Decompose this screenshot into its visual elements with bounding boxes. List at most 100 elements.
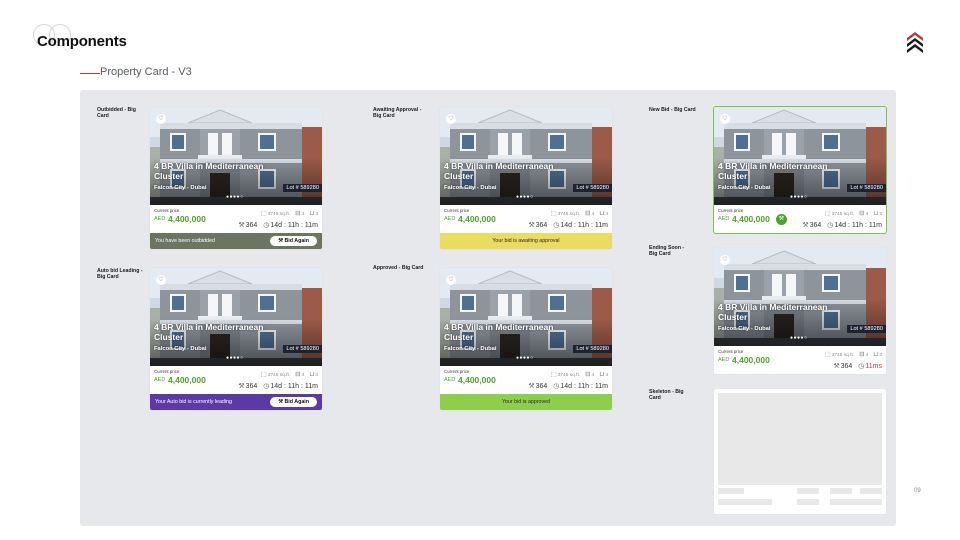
area-icon: ⬚ bbox=[550, 371, 557, 378]
bid-count: ⚒364 bbox=[528, 222, 548, 229]
baths-spec: ⊔3 bbox=[873, 351, 882, 358]
property-image[interactable]: ♡ 4 BR Villa in Mediterranean Cluster Fa… bbox=[714, 107, 886, 205]
lot-number: Lot # 589280 bbox=[283, 345, 322, 353]
heart-icon[interactable]: ♡ bbox=[720, 255, 730, 265]
bath-icon: ⊔ bbox=[309, 210, 315, 217]
property-image[interactable]: ♡ 4 BR Villa in Mediterranean Cluster Fa… bbox=[440, 268, 612, 366]
auction-stats: ⚒364 ◷11ms bbox=[833, 362, 882, 370]
area-spec: ⬚3745 sq.ft. bbox=[550, 210, 581, 217]
property-title: 4 BR Villa in Mediterranean Cluster bbox=[718, 302, 828, 322]
lot-number: Lot # 589280 bbox=[847, 184, 886, 192]
section-subtitle: Property Card - V3 bbox=[100, 66, 192, 78]
property-image[interactable]: ♡ 4 BR Villa in Mediterranean Cluster Fa… bbox=[150, 268, 322, 366]
property-title: 4 BR Villa in Mediterranean Cluster bbox=[154, 322, 264, 342]
price-value: 4,400,000 bbox=[458, 214, 496, 224]
baths-spec: ⊔3 bbox=[309, 210, 318, 217]
skeleton-line bbox=[797, 488, 819, 494]
status-text: Your bid is awaiting approval bbox=[492, 238, 560, 244]
bid-again-button[interactable]: ⚒ Bid Again bbox=[270, 236, 317, 246]
bid-count: ⚒364 bbox=[528, 383, 548, 390]
beds-spec: ⊟4 bbox=[585, 371, 595, 378]
area-spec: ⬚3745 sq.ft. bbox=[824, 210, 855, 217]
carousel-dots[interactable]: ●●●●○ bbox=[226, 194, 244, 200]
skeleton-line bbox=[718, 488, 744, 494]
property-location: Falcon City - Dubai bbox=[154, 185, 207, 191]
heart-icon[interactable]: ♡ bbox=[446, 114, 456, 124]
property-location: Falcon City - Dubai bbox=[444, 185, 497, 191]
property-title: 4 BR Villa in Mediterranean Cluster bbox=[718, 161, 828, 181]
price-value: 4,400,000 bbox=[458, 375, 496, 385]
subtitle-rule bbox=[80, 73, 100, 74]
carousel-dots[interactable]: ●●●●○ bbox=[516, 355, 534, 361]
auction-stats: ⚒364 ◷14d : 11h : 11m bbox=[238, 382, 318, 390]
property-location: Falcon City - Dubai bbox=[718, 185, 771, 191]
area-icon: ⬚ bbox=[260, 371, 267, 378]
property-card-awaiting[interactable]: ♡ 4 BR Villa in Mediterranean Cluster Fa… bbox=[440, 107, 612, 249]
label-auto-bid: Auto bid Leading - Big Card bbox=[97, 268, 143, 280]
gavel-icon: ⚒ bbox=[238, 383, 245, 390]
property-location: Falcon City - Dubai bbox=[444, 346, 497, 352]
carousel-dots[interactable]: ●●●●○ bbox=[790, 335, 808, 341]
lot-number: Lot # 589280 bbox=[847, 325, 886, 333]
auction-stats: ⚒364 ◷14d : 11h : 11m bbox=[528, 382, 608, 390]
gavel-icon: ⚒ bbox=[238, 222, 245, 229]
property-image[interactable]: ♡ 4 BR Villa in Mediterranean Cluster Fa… bbox=[714, 248, 886, 346]
baths-spec: ⊔3 bbox=[309, 371, 318, 378]
heart-icon[interactable]: ♡ bbox=[156, 275, 166, 285]
property-image[interactable]: ♡ 4 BR Villa in Mediterranean Cluster Fa… bbox=[440, 107, 612, 205]
current-price-label: Current price bbox=[444, 208, 470, 213]
property-location: Falcon City - Dubai bbox=[718, 326, 771, 332]
time-left: ◷14d : 11h : 11m bbox=[263, 222, 318, 229]
property-specs: ⬚3745 sq.ft. ⊟4 ⊔3 bbox=[551, 209, 608, 217]
area-icon: ⬚ bbox=[260, 210, 267, 217]
lot-number: Lot # 589280 bbox=[573, 184, 612, 192]
carousel-dots[interactable]: ●●●●○ bbox=[516, 194, 534, 200]
card-info: Current price AED 4,400,000 ⬚3745 sq.ft.… bbox=[714, 205, 886, 233]
time-left: ◷14d : 11h : 11m bbox=[553, 383, 608, 390]
property-card-auto-bid[interactable]: ♡ 4 BR Villa in Mediterranean Cluster Fa… bbox=[150, 268, 322, 410]
label-outbidded: Outbidded - Big Card bbox=[97, 107, 136, 119]
lot-number: Lot # 589280 bbox=[573, 345, 612, 353]
current-price-label: Current price bbox=[154, 369, 180, 374]
current-price-label: Current price bbox=[718, 349, 744, 354]
bid-again-button[interactable]: ⚒ Bid Again bbox=[270, 397, 317, 407]
bid-count: ⚒364 bbox=[238, 383, 258, 390]
currency-label: AED bbox=[718, 216, 730, 222]
time-left: ◷11ms bbox=[858, 363, 882, 370]
beds-spec: ⊟4 bbox=[859, 210, 869, 217]
bed-icon: ⊟ bbox=[295, 210, 301, 217]
property-image[interactable]: ♡ 4 BR Villa in Mediterranean Cluster Fa… bbox=[150, 107, 322, 205]
gavel-icon: ⚒ bbox=[802, 222, 809, 229]
card-status-footer: Your Auto bid is currently leading ⚒ Bid … bbox=[150, 394, 322, 410]
label-skeleton: Skeleton - Big Card bbox=[649, 389, 684, 401]
area-icon: ⬚ bbox=[550, 210, 557, 217]
property-card-outbidded[interactable]: ♡ 4 BR Villa in Mediterranean Cluster Fa… bbox=[150, 107, 322, 249]
bed-icon: ⊟ bbox=[295, 371, 301, 378]
heart-icon[interactable]: ♡ bbox=[446, 275, 456, 285]
status-text: You have been outbidded bbox=[155, 238, 215, 244]
card-status-footer: Your bid is awaiting approval bbox=[440, 233, 612, 249]
property-card-approved[interactable]: ♡ 4 BR Villa in Mediterranean Cluster Fa… bbox=[440, 268, 612, 410]
price-value: 4,400,000 bbox=[732, 214, 770, 224]
skeleton-line bbox=[797, 499, 819, 505]
page-title: Components bbox=[37, 33, 127, 50]
clock-icon: ◷ bbox=[827, 222, 834, 229]
page: Components Property Card - V3 09 Outbidd… bbox=[0, 0, 960, 540]
area-spec: ⬚3745 sq.ft. bbox=[260, 371, 291, 378]
heart-icon[interactable]: ♡ bbox=[720, 114, 730, 124]
heart-icon[interactable]: ♡ bbox=[156, 114, 166, 124]
beds-spec: ⊟4 bbox=[585, 210, 595, 217]
current-price-label: Current price bbox=[444, 369, 470, 374]
label-new-bid: New Bid - Big Card bbox=[649, 107, 696, 113]
property-card-ending-soon[interactable]: ♡ 4 BR Villa in Mediterranean Cluster Fa… bbox=[714, 248, 886, 374]
card-info: Current price AED 4,400,000 ⬚3745 sq.ft.… bbox=[440, 366, 612, 394]
property-card-new-bid[interactable]: ♡ 4 BR Villa in Mediterranean Cluster Fa… bbox=[713, 106, 887, 234]
status-text: Your Auto bid is currently leading bbox=[155, 399, 232, 405]
property-specs: ⬚3745 sq.ft. ⊟4 ⊔3 bbox=[261, 370, 318, 378]
auction-stats: ⚒364 ◷14d : 11h : 11m bbox=[528, 221, 608, 229]
carousel-dots[interactable]: ●●●●○ bbox=[226, 355, 244, 361]
card-info: Current price AED 4,400,000 ⬚3745 sq.ft.… bbox=[714, 346, 886, 374]
carousel-dots[interactable]: ●●●●○ bbox=[790, 194, 808, 200]
clock-icon: ◷ bbox=[553, 222, 560, 229]
current-price-label: Current price bbox=[718, 208, 744, 213]
